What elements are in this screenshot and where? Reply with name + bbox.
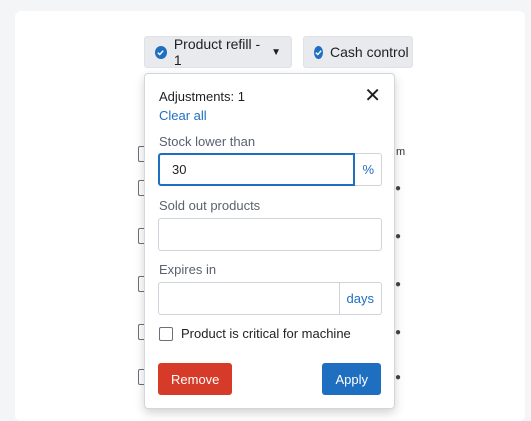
person-icon: ●	[395, 183, 402, 194]
percent-suffix: %	[355, 153, 382, 186]
filter-chip-cash-control[interactable]: Cash control	[303, 36, 413, 68]
column-header-fragment: m	[396, 146, 406, 158]
person-icon: ●	[395, 372, 402, 383]
sold-out-group	[158, 218, 382, 251]
stock-lower-input[interactable]	[158, 153, 356, 186]
check-circle-icon	[314, 45, 323, 59]
remove-button[interactable]: Remove	[158, 363, 233, 395]
expires-input[interactable]	[158, 282, 340, 315]
sold-out-input[interactable]	[158, 218, 382, 251]
panel-title: Adjustments: 1	[159, 89, 245, 104]
close-icon[interactable]: ✕	[364, 86, 381, 106]
clear-all-link[interactable]: Clear all	[159, 108, 207, 123]
caret-down-icon: ▼	[271, 46, 281, 58]
expires-label: Expires in	[159, 262, 217, 277]
critical-label: Product is critical for machine	[181, 326, 351, 341]
sold-out-label: Sold out products	[159, 198, 261, 213]
person-icon: ●	[395, 231, 402, 242]
filter-chip-label: Product refill - 1	[173, 36, 261, 68]
check-circle-icon	[155, 45, 167, 59]
critical-checkbox[interactable]	[159, 326, 173, 341]
critical-checkbox-row[interactable]: Product is critical for machine	[159, 326, 351, 341]
apply-button[interactable]: Apply	[322, 363, 381, 395]
filter-chip-label: Cash control	[330, 44, 409, 60]
days-suffix: days	[339, 282, 382, 315]
person-icon: ●	[395, 327, 402, 338]
stock-lower-group: %	[158, 153, 382, 186]
person-icon: ●	[395, 279, 402, 290]
stock-lower-label: Stock lower than	[159, 134, 256, 149]
filter-panel: Adjustments: 1 Clear all ✕ Stock lower t…	[144, 73, 395, 409]
expires-group: days	[158, 282, 382, 315]
filter-chip-product-refill[interactable]: Product refill - 1 ▼	[144, 36, 292, 68]
